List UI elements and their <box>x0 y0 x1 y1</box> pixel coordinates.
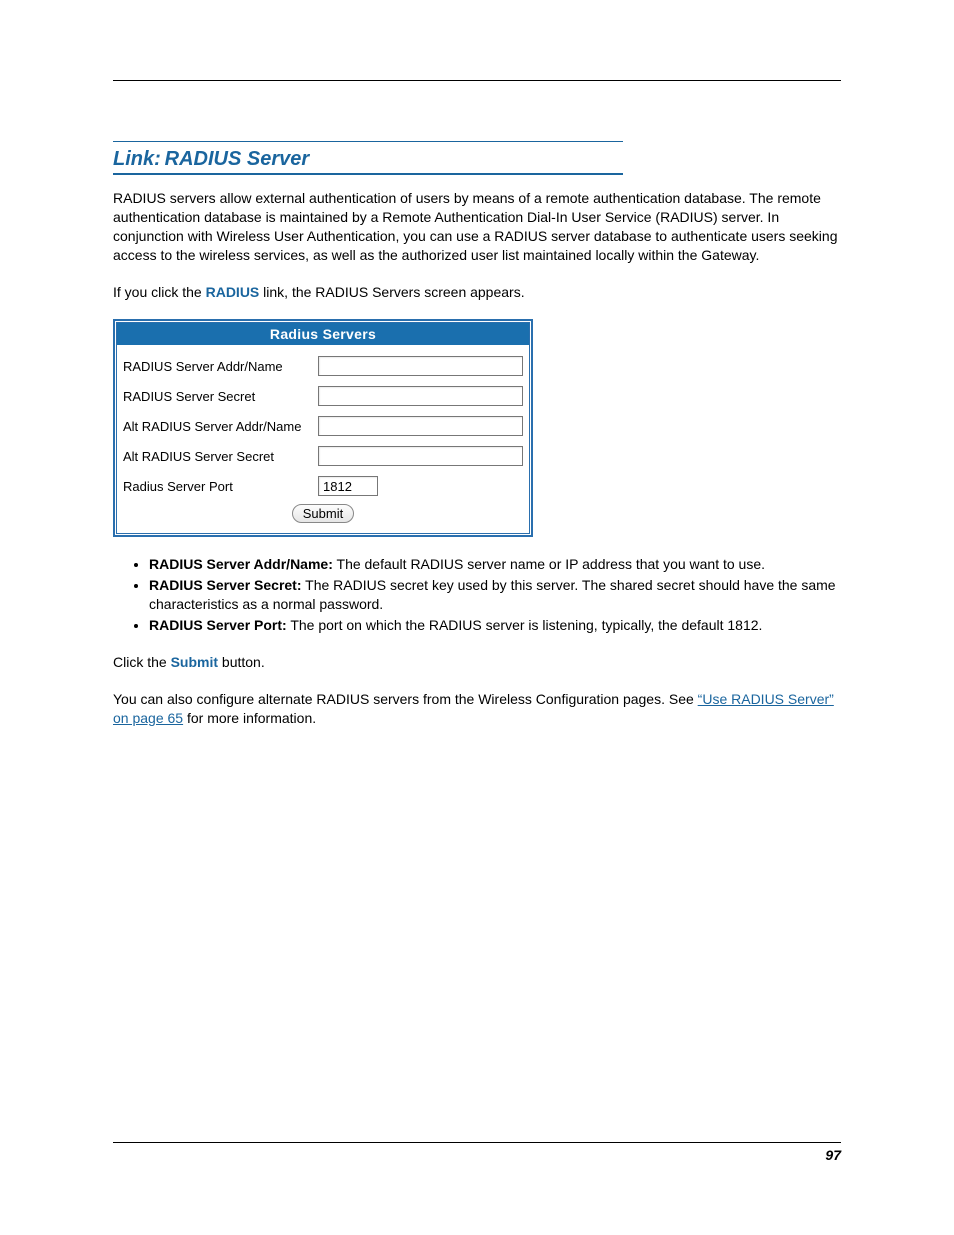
heading-underline <box>113 173 623 175</box>
heading-title: RADIUS Server <box>165 148 310 170</box>
radius-servers-table: Radius Servers RADIUS Server Addr/Name R… <box>113 319 533 537</box>
table-body: RADIUS Server Addr/Name RADIUS Server Se… <box>117 345 529 533</box>
submit-row: Submit <box>123 501 523 523</box>
page: Link: RADIUS Server RADIUS servers allow… <box>0 0 954 1235</box>
row-label: RADIUS Server Secret <box>123 389 318 404</box>
list-item: RADIUS Server Secret: The RADIUS secret … <box>149 576 841 614</box>
bullet-term: RADIUS Server Port: <box>149 617 287 633</box>
row-label: RADIUS Server Addr/Name <box>123 359 318 374</box>
table-row: Alt RADIUS Server Addr/Name <box>123 411 523 441</box>
row-label: Alt RADIUS Server Addr/Name <box>123 419 318 434</box>
click-instruction: If you click the RADIUS link, the RADIUS… <box>113 283 841 302</box>
alt-pre: You can also configure alternate RADIUS … <box>113 691 698 707</box>
submit-post: button. <box>218 654 265 670</box>
section-heading: Link: RADIUS Server <box>113 141 841 175</box>
alt-radius-server-secret-input[interactable] <box>318 446 523 466</box>
field-descriptions: RADIUS Server Addr/Name: The default RAD… <box>113 555 841 635</box>
table-row: Alt RADIUS Server Secret <box>123 441 523 471</box>
table-header: Radius Servers <box>117 323 529 345</box>
radius-server-secret-input[interactable] <box>318 386 523 406</box>
radius-server-port-input[interactable] <box>318 476 378 496</box>
click-pre: If you click the <box>113 284 206 300</box>
row-label: Radius Server Port <box>123 479 318 494</box>
submit-instruction: Click the Submit button. <box>113 653 841 672</box>
table-row: RADIUS Server Addr/Name <box>123 351 523 381</box>
top-rule <box>113 80 841 81</box>
intro-paragraph: RADIUS servers allow external authentica… <box>113 189 841 265</box>
radius-servers-table-inner: Radius Servers RADIUS Server Addr/Name R… <box>116 322 530 534</box>
alt-post: for more information. <box>183 710 316 726</box>
row-label: Alt RADIUS Server Secret <box>123 449 318 464</box>
heading-title-text: RADIUS Server <box>165 148 310 170</box>
alt-config-paragraph: You can also configure alternate RADIUS … <box>113 690 841 728</box>
page-footer: 97 <box>113 1142 841 1163</box>
radius-server-addr-input[interactable] <box>318 356 523 376</box>
alt-radius-server-addr-input[interactable] <box>318 416 523 436</box>
bullet-term: RADIUS Server Secret: <box>149 577 302 593</box>
radius-link[interactable]: RADIUS <box>206 284 260 300</box>
click-post: link, the RADIUS Servers screen appears. <box>259 284 524 300</box>
table-row: RADIUS Server Secret <box>123 381 523 411</box>
bullet-desc: The default RADIUS server name or IP add… <box>333 556 765 572</box>
heading-prefix: Link: <box>113 148 161 170</box>
list-item: RADIUS Server Port: The port on which th… <box>149 616 841 635</box>
table-row: Radius Server Port <box>123 471 523 501</box>
submit-button[interactable]: Submit <box>292 504 354 523</box>
submit-pre: Click the <box>113 654 171 670</box>
page-number: 97 <box>825 1147 841 1163</box>
heading-overline <box>113 141 623 142</box>
bullet-term: RADIUS Server Addr/Name: <box>149 556 333 572</box>
bullet-desc: The port on which the RADIUS server is l… <box>287 617 763 633</box>
submit-link[interactable]: Submit <box>171 654 218 670</box>
list-item: RADIUS Server Addr/Name: The default RAD… <box>149 555 841 574</box>
